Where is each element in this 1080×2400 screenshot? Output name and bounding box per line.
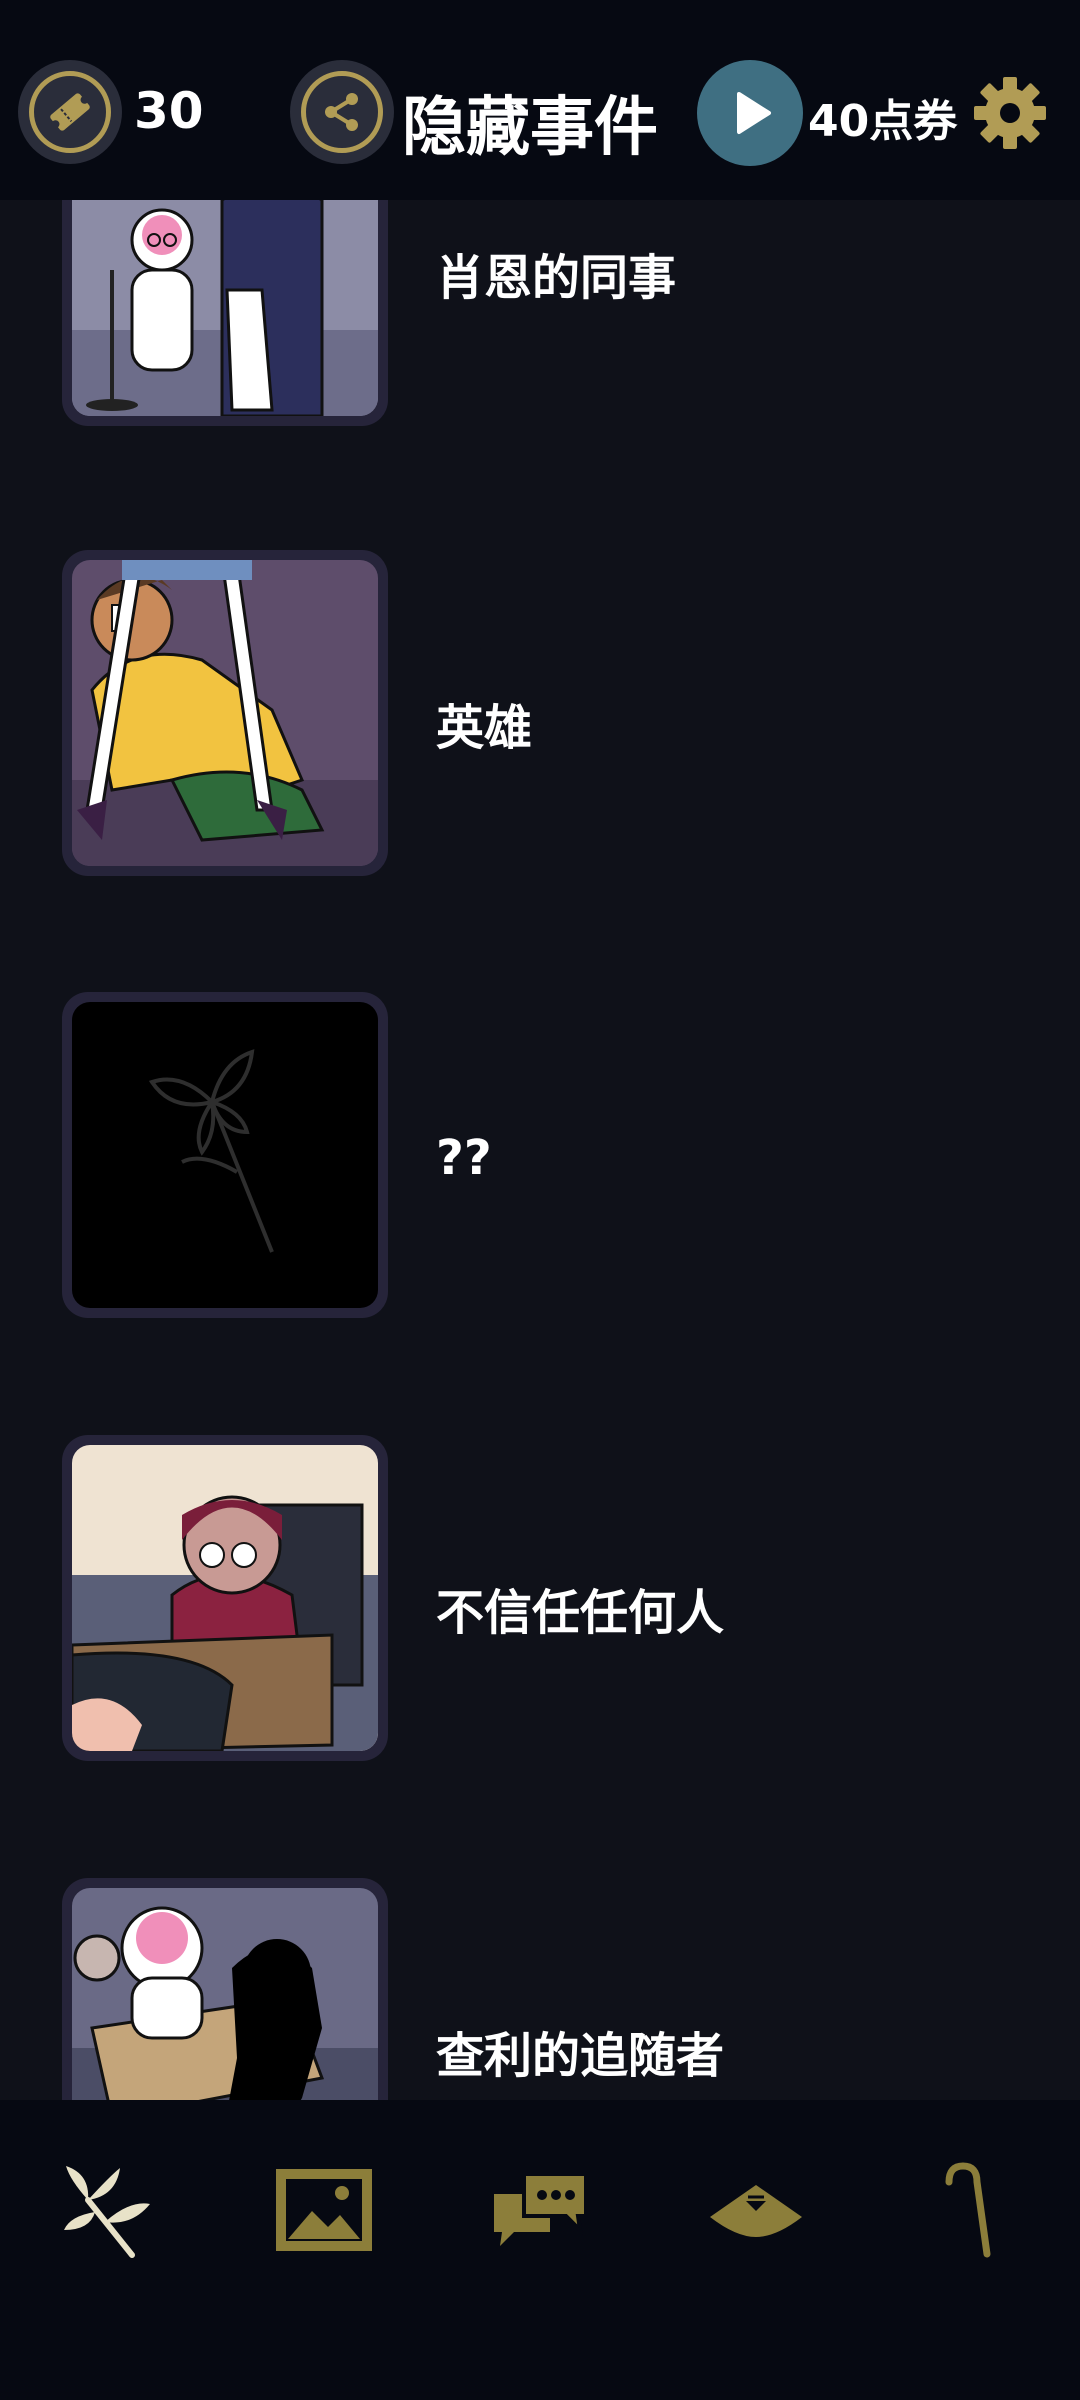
event-thumbnail: [62, 550, 388, 876]
event-thumbnail: [62, 1435, 388, 1761]
share-icon: [325, 93, 358, 131]
points-label: 40点券: [808, 96, 958, 147]
nav-cane[interactable]: [912, 2155, 1032, 2265]
event-thumbnail: [62, 200, 388, 426]
nav-flower[interactable]: [48, 2155, 168, 2265]
event-item[interactable]: 查利的追随者: [0, 1878, 1080, 2100]
play-ad-button[interactable]: [697, 60, 803, 166]
ticket-icon: [50, 93, 90, 131]
top-bar: 30 隐藏事件 40点券: [0, 0, 1080, 200]
play-icon: [737, 92, 771, 134]
event-item[interactable]: 英雄: [0, 550, 1080, 880]
flower-icon: [64, 2166, 150, 2258]
event-thumbnail: [62, 1878, 388, 2100]
event-title: 英雄: [436, 700, 533, 756]
event-title: 肖恩的同事: [436, 250, 677, 306]
classroom-scene-image: [72, 1445, 378, 1751]
event-item[interactable]: 不信任任何人: [0, 1435, 1080, 1765]
follower-scene-image: [72, 1888, 378, 2100]
settings-gear-icon[interactable]: [972, 75, 1048, 151]
bottom-navigation: [0, 2100, 1080, 2400]
nav-gallery[interactable]: [264, 2155, 384, 2265]
nav-hat[interactable]: [696, 2155, 816, 2265]
event-title: ??: [436, 1130, 492, 1186]
event-title: 不信任任何人: [436, 1585, 725, 1641]
locked-flower-icon: [148, 1049, 274, 1253]
event-title: 查利的追随者: [436, 2028, 725, 2084]
page-title: 隐藏事件: [402, 91, 658, 165]
event-item[interactable]: ??: [0, 992, 1080, 1322]
ticket-button[interactable]: [18, 60, 122, 164]
hidden-events-list[interactable]: 肖恩的同事 英雄 ?? 不信任任何人 查利的追随者: [0, 200, 1080, 2100]
cane-icon: [945, 2162, 991, 2258]
nav-messages[interactable]: [480, 2155, 600, 2265]
chat-icon: [494, 2172, 588, 2246]
event-thumbnail: [62, 992, 388, 1318]
ticket-count: 30: [134, 82, 204, 140]
gallery-icon: [276, 2169, 372, 2251]
colleague-scene-image: [72, 200, 378, 416]
hero-scene-image: [72, 560, 378, 866]
share-button[interactable]: [290, 60, 394, 164]
event-item[interactable]: 肖恩的同事: [0, 200, 1080, 430]
hat-icon: [710, 2185, 802, 2237]
